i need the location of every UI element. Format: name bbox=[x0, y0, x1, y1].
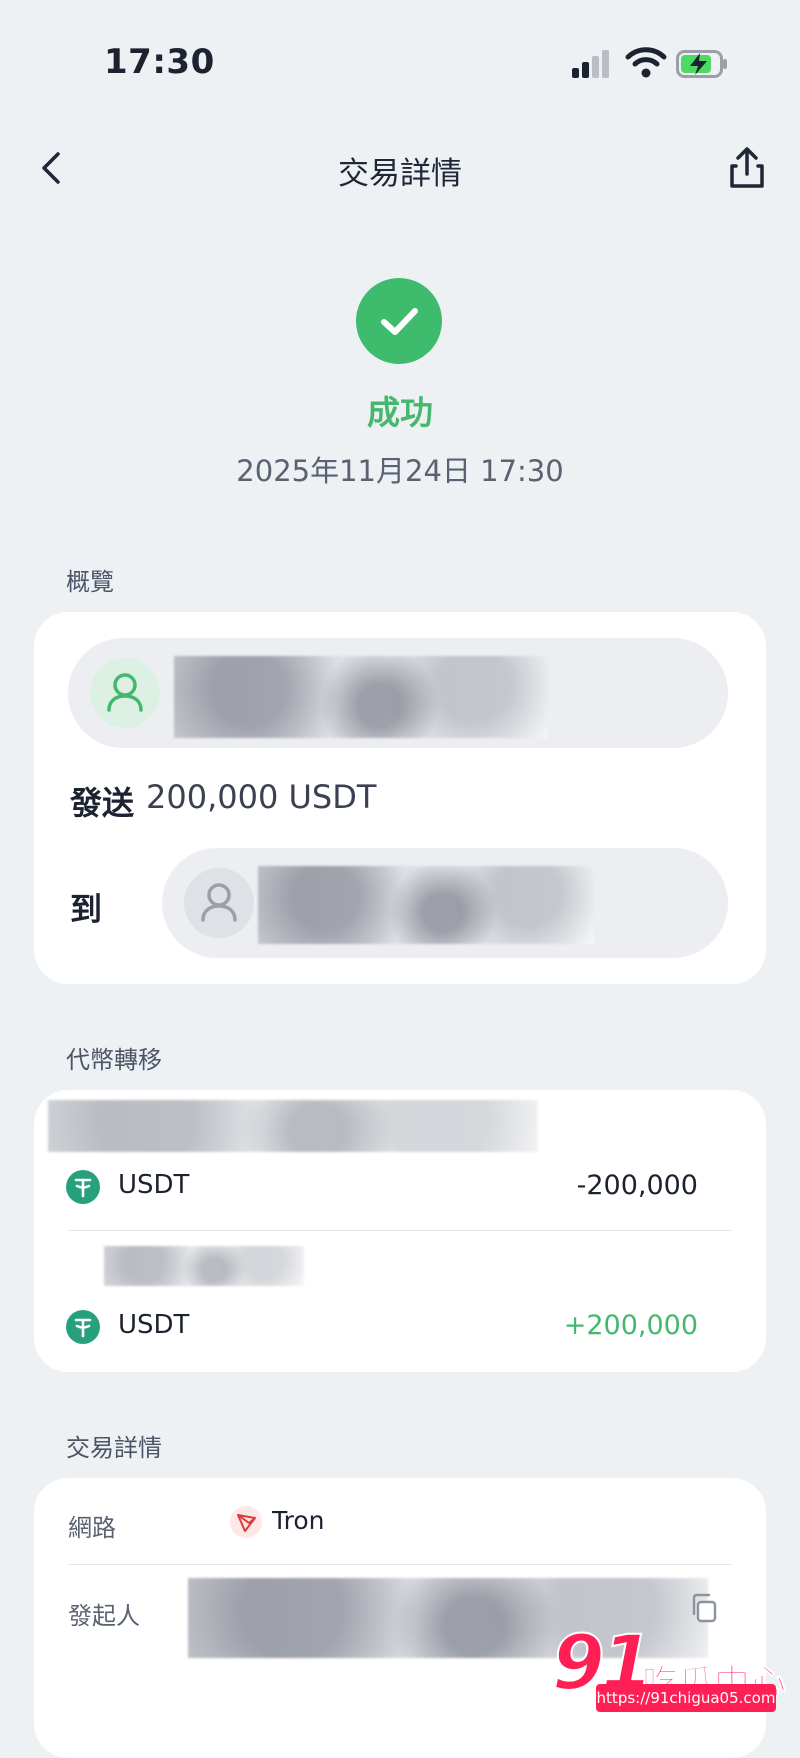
page-title: 交易詳情 bbox=[338, 156, 462, 192]
check-icon bbox=[381, 308, 418, 335]
transfer-from-address-redacted bbox=[48, 1100, 538, 1152]
transfer-amount-in: +200,000 bbox=[563, 1310, 698, 1341]
tron-icon bbox=[230, 1506, 262, 1538]
network-label: 網路 bbox=[68, 1514, 116, 1542]
sender-avatar bbox=[90, 658, 160, 728]
watermark-url: https://91chigua05.com bbox=[596, 1684, 776, 1712]
tether-icon bbox=[66, 1170, 100, 1204]
recipient-avatar bbox=[184, 868, 254, 938]
user-icon bbox=[201, 883, 237, 922]
transfer-amount-out: -200,000 bbox=[576, 1170, 698, 1201]
transfer-to-address-redacted bbox=[104, 1246, 304, 1286]
divider bbox=[68, 1564, 732, 1565]
initiator-label: 發起人 bbox=[68, 1602, 140, 1630]
recipient-address-redacted bbox=[258, 866, 594, 944]
overview-card: 發送 200,000 USDT 到 bbox=[34, 612, 766, 984]
status-time: 17:30 bbox=[104, 42, 215, 82]
tether-icon bbox=[66, 1310, 100, 1344]
transaction-datetime: 2025年11月24日 17:30 bbox=[236, 454, 564, 488]
success-badge bbox=[356, 278, 442, 364]
battery-charging-icon bbox=[676, 50, 727, 78]
network-value: Tron bbox=[272, 1506, 325, 1535]
section-title-details: 交易詳情 bbox=[66, 1434, 162, 1462]
send-label: 發送 bbox=[70, 784, 135, 822]
share-icon[interactable] bbox=[728, 146, 766, 190]
signal-icon bbox=[572, 50, 609, 78]
wifi-icon bbox=[625, 47, 667, 78]
sender-pill[interactable] bbox=[68, 638, 728, 748]
recipient-pill[interactable] bbox=[162, 848, 728, 958]
sender-address-redacted bbox=[174, 656, 548, 738]
send-amount: 200,000 USDT bbox=[146, 778, 377, 816]
to-label: 到 bbox=[70, 890, 103, 928]
divider bbox=[68, 1230, 732, 1231]
section-title-overview: 概覽 bbox=[66, 568, 114, 596]
user-icon bbox=[107, 673, 143, 712]
token-transfer-card: USDT -200,000 USDT +200,000 bbox=[34, 1090, 766, 1372]
transaction-status: 成功 bbox=[367, 393, 433, 432]
section-title-token-transfer: 代幣轉移 bbox=[66, 1046, 162, 1074]
token-name: USDT bbox=[118, 1170, 190, 1200]
copy-icon[interactable] bbox=[688, 1592, 720, 1624]
details-card: 網路 Tron 發起人 bbox=[34, 1478, 766, 1758]
token-name: USDT bbox=[118, 1310, 190, 1340]
